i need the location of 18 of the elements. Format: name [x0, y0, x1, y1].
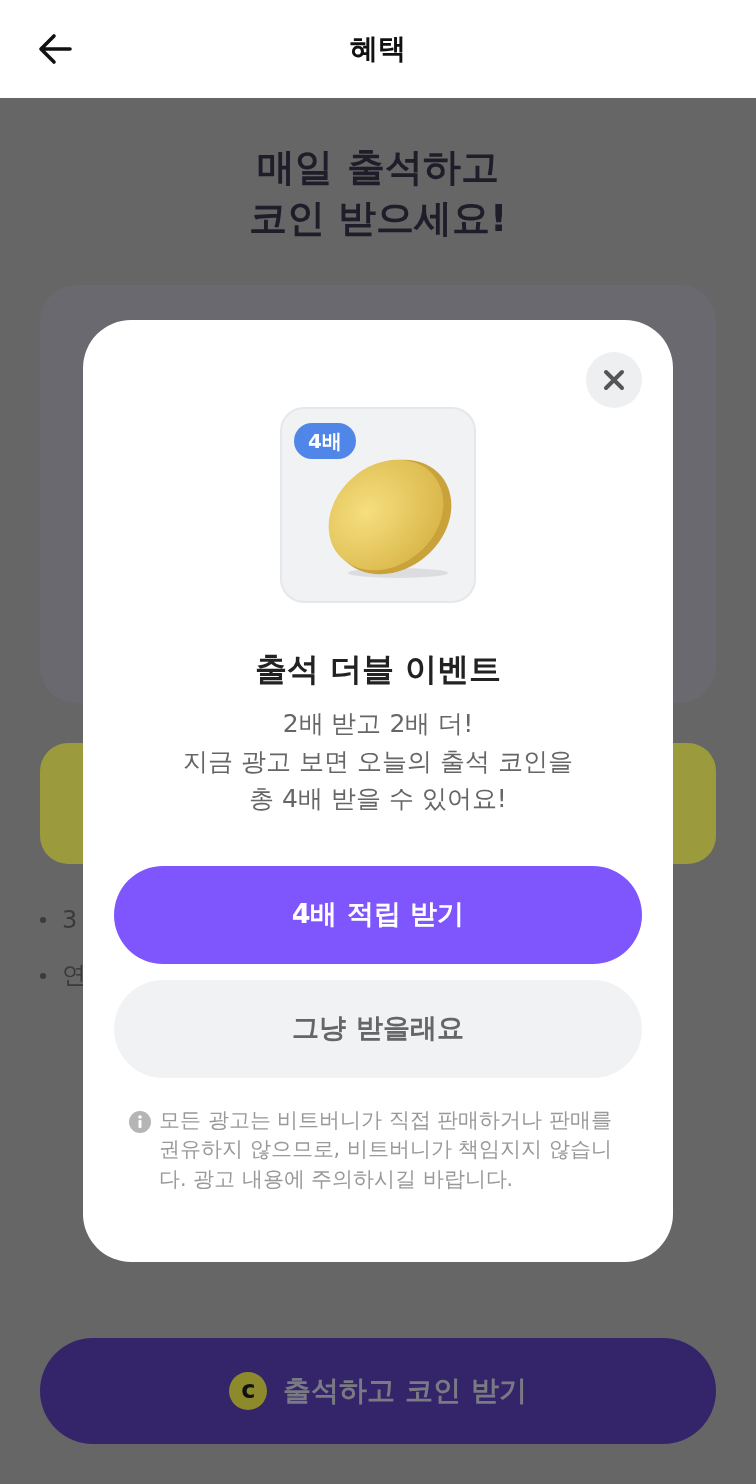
dialog-message: 2배 받고 2배 더!: [281, 708, 475, 740]
dialog-message: 총 4배 받을 수 있어요!: [248, 783, 508, 815]
page-heading: 코인 받으세요!: [247, 195, 509, 243]
page-heading: 매일 출석하고: [256, 144, 500, 191]
bullet-icon: [40, 917, 46, 924]
multiplier-badge: 4배: [294, 423, 356, 459]
dialog-message: 지금 광고 보면 오늘의 출석 코인을: [183, 745, 573, 778]
check-in-button[interactable]: c 출석하고 코인 받기: [40, 1338, 716, 1444]
decline-button[interactable]: 그냥 받을래요: [114, 979, 642, 1078]
page-title: 혜택: [350, 31, 406, 67]
accept-button[interactable]: 4배 적립 받기: [114, 865, 642, 964]
bullet-icon: [40, 973, 46, 979]
info-icon: [129, 1110, 151, 1133]
ad-disclaimer: 모든 광고는 비트버니가 직접 판매하거나 판매를 권유하지 않으므로, 비트버니가 책임지지 않습니다. 광고 내용에 주의하시길 바랍니다.: [159, 1106, 613, 1193]
close-icon: [603, 369, 625, 391]
dialog-title: 출석 더블 이벤트: [254, 649, 502, 690]
coin-icon: c: [229, 1372, 268, 1410]
close-button[interactable]: [586, 352, 642, 408]
